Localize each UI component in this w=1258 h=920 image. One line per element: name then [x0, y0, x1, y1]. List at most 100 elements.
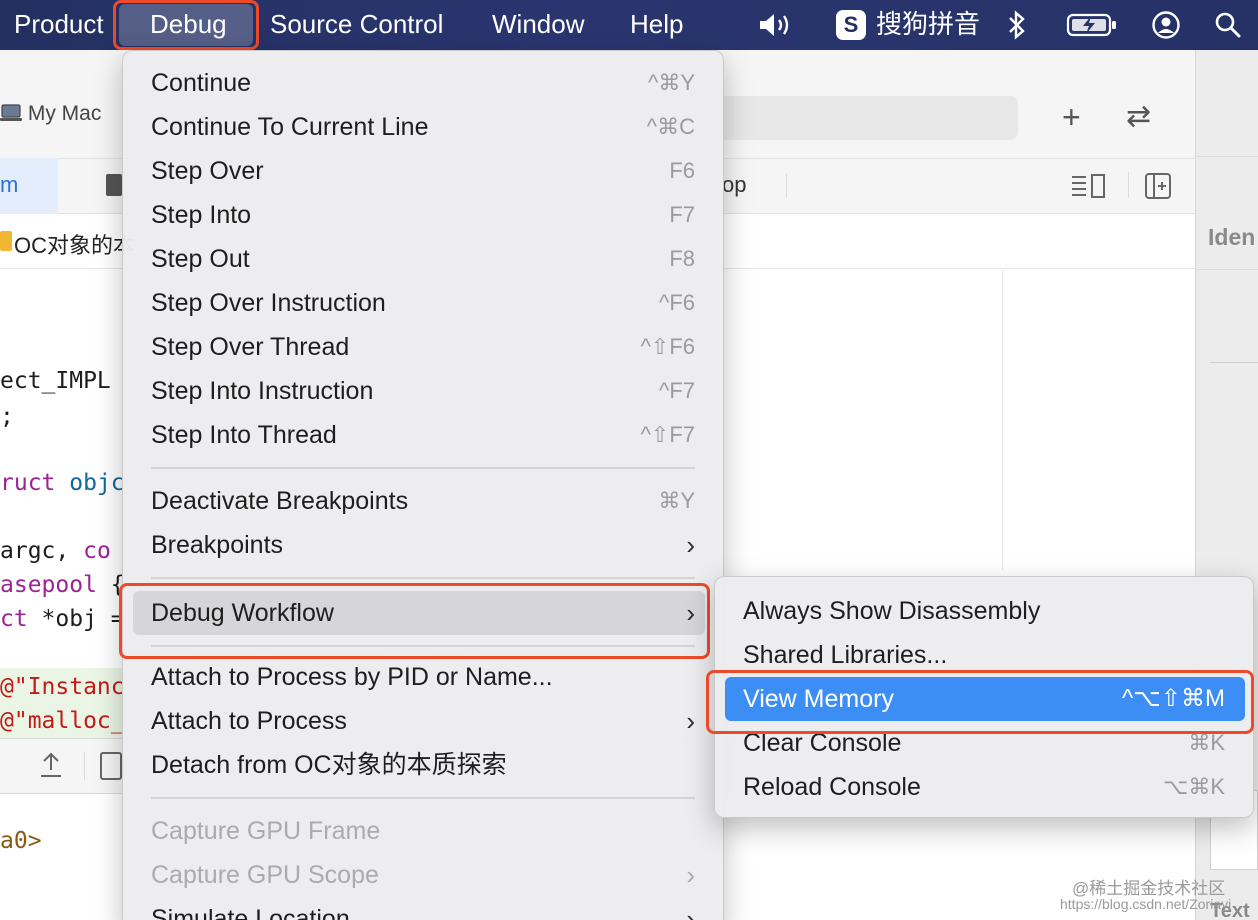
- menu-item-step-into[interactable]: Step Into F7: [151, 193, 695, 237]
- menu-item-label: Step Over Instruction: [151, 289, 386, 317]
- menu-item-label: Step Over Thread: [151, 333, 350, 361]
- menu-item-label: Reload Console: [743, 773, 921, 801]
- jump-bar-path[interactable]: OC对象的本: [14, 228, 135, 260]
- menu-item-simulate-location[interactable]: Simulate Location ›: [151, 897, 695, 920]
- menu-bar-debug[interactable]: Debug: [150, 8, 227, 40]
- menu-item-label: Detach from OC对象的本质探索: [151, 751, 507, 779]
- menu-item-debug-workflow[interactable]: Debug Workflow ›: [151, 591, 695, 635]
- chevron-right-icon: ›: [686, 706, 695, 736]
- menu-item-attach-to-process[interactable]: Attach to Process ›: [151, 699, 695, 743]
- menu-item-continue-to-current-line[interactable]: Continue To Current Line ^⌘C: [151, 105, 695, 149]
- menu-bar: Product Debug Source Control Window Help…: [0, 0, 1258, 50]
- view-hierarchy-icon[interactable]: [100, 752, 122, 780]
- battery-charging-icon: [1066, 7, 1118, 43]
- menu-item-shortcut: ⌘Y: [658, 488, 695, 513]
- menu-item-shortcut: ^⌥⇧⌘M: [1121, 685, 1225, 712]
- inspector-divider: [1195, 269, 1258, 270]
- menu-item-label: Attach to Process: [151, 707, 347, 735]
- menu-bar-help[interactable]: Help: [630, 8, 683, 40]
- menu-item-label: Deactivate Breakpoints: [151, 487, 409, 515]
- code-token: argc,: [0, 538, 84, 564]
- code-token: objc: [69, 470, 125, 496]
- menu-item-step-into-instruction[interactable]: Step Into Instruction ^F7: [151, 369, 695, 413]
- menu-item-label: Step Into Instruction: [151, 377, 374, 405]
- code-token: asepool: [0, 572, 97, 598]
- menu-item-always-show-disassembly[interactable]: Always Show Disassembly: [743, 589, 1225, 633]
- menu-item-label: Step Out: [151, 245, 250, 273]
- inspector-divider: [1195, 156, 1258, 157]
- code-line: ruct objc: [0, 470, 125, 496]
- menu-item-label: Continue: [151, 69, 252, 97]
- menu-item-label: Simulate Location: [151, 905, 350, 920]
- menu-separator: [151, 577, 695, 579]
- inspector-divider: [1210, 362, 1258, 363]
- menu-item-label: Continue To Current Line: [151, 113, 429, 141]
- menu-item-view-memory[interactable]: View Memory ^⌥⇧⌘M: [743, 677, 1225, 721]
- menu-item-label: Capture GPU Scope: [151, 861, 379, 889]
- mac-icon: [0, 102, 28, 125]
- menu-item-shortcut: ⌘K: [1188, 730, 1225, 755]
- menu-item-shortcut: F7: [669, 202, 695, 227]
- debug-menu: Continue ^⌘Y Continue To Current Line ^⌘C …: [122, 50, 724, 920]
- menu-item-capture-gpu-scope: Capture GPU Scope ›: [151, 853, 695, 897]
- menu-item-breakpoints[interactable]: Breakpoints ›: [151, 523, 695, 567]
- code-line: ct *obj =: [0, 606, 125, 632]
- menu-bar-source-control[interactable]: Source Control: [270, 8, 443, 40]
- chevron-right-icon: ›: [686, 598, 695, 628]
- menu-item-detach[interactable]: Detach from OC对象的本质探索: [151, 743, 695, 787]
- bluetooth-icon[interactable]: [1004, 7, 1030, 43]
- menu-item-step-into-thread[interactable]: Step Into Thread ^⇧F7: [151, 413, 695, 457]
- menu-item-continue[interactable]: Continue ^⌘Y: [151, 61, 695, 105]
- toolbar-divider: [1128, 172, 1129, 198]
- menu-item-reload-console[interactable]: Reload Console ⌥⌘K: [743, 765, 1225, 809]
- menu-item-shortcut: ^⌘Y: [648, 70, 695, 95]
- menu-item-label: Step Over: [151, 157, 264, 185]
- tab-label[interactable]: op: [722, 172, 746, 198]
- sogou-logo: S: [836, 10, 866, 40]
- menu-item-step-out[interactable]: Step Out F8: [151, 237, 695, 281]
- menu-item-clear-console[interactable]: Clear Console ⌘K: [743, 721, 1225, 765]
- tab-divider: [786, 174, 787, 198]
- menu-item-label: View Memory: [743, 685, 894, 713]
- code-line: ;: [0, 404, 14, 430]
- menu-separator: [151, 797, 695, 799]
- watermark-url: https://blog.csdn.net/Zoriayi: [1060, 896, 1232, 912]
- tab-active-label: m: [0, 172, 19, 197]
- search-icon[interactable]: [1212, 7, 1244, 43]
- code-review-button[interactable]: ⇄: [1126, 102, 1151, 132]
- menu-item-shortcut: ^F7: [659, 378, 695, 403]
- add-library-button[interactable]: +: [1062, 101, 1081, 133]
- menu-item-step-over[interactable]: Step Over F6: [151, 149, 695, 193]
- code-token: co: [83, 538, 111, 564]
- menu-item-label: Always Show Disassembly: [743, 597, 1041, 625]
- menu-item-shortcut: ^⇧F6: [640, 334, 695, 359]
- menu-separator: [151, 645, 695, 647]
- share-icon[interactable]: [38, 750, 64, 785]
- menu-item-label: Clear Console: [743, 729, 902, 757]
- user-account-icon[interactable]: [1150, 7, 1182, 43]
- menu-item-label: Shared Libraries...: [743, 641, 948, 669]
- chevron-right-icon: ›: [686, 530, 695, 560]
- input-method-label[interactable]: 搜狗拼音: [876, 8, 980, 40]
- activity-viewer: [700, 96, 1018, 140]
- add-editor-icon[interactable]: [1144, 172, 1172, 205]
- inspector-title: Iden: [1208, 224, 1256, 250]
- adjust-editor-options-icon[interactable]: [1070, 172, 1108, 205]
- menu-item-step-over-instruction[interactable]: Step Over Instruction ^F6: [151, 281, 695, 325]
- chevron-right-icon: ›: [686, 904, 695, 920]
- menu-item-shortcut: ^⇧F7: [640, 422, 695, 447]
- volume-icon[interactable]: [756, 7, 796, 43]
- menu-item-shortcut: F8: [669, 246, 695, 271]
- menu-item-label: Capture GPU Frame: [151, 817, 381, 845]
- menu-bar-product[interactable]: Product: [14, 8, 104, 40]
- tab-active[interactable]: m: [0, 158, 58, 214]
- code-token: ruct: [0, 470, 56, 496]
- menu-item-deactivate-breakpoints[interactable]: Deactivate Breakpoints ⌘Y: [151, 479, 695, 523]
- scheme-target-label: My Mac: [27, 102, 102, 125]
- scheme-target[interactable]: My Mac: [0, 102, 101, 126]
- menu-item-shared-libraries[interactable]: Shared Libraries...: [743, 633, 1225, 677]
- sogou-input-icon[interactable]: S: [834, 7, 868, 43]
- menu-item-attach-by-pid[interactable]: Attach to Process by PID or Name...: [151, 655, 695, 699]
- menu-item-step-over-thread[interactable]: Step Over Thread ^⇧F6: [151, 325, 695, 369]
- menu-bar-window[interactable]: Window: [492, 8, 584, 40]
